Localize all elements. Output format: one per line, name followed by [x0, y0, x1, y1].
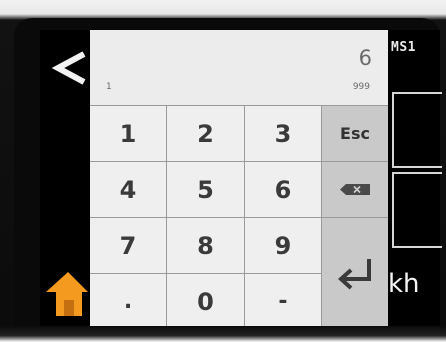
current-value: 6	[358, 46, 372, 70]
key-2[interactable]: 2	[167, 106, 245, 162]
esc-button[interactable]: Esc	[322, 106, 388, 162]
key-4[interactable]: 4	[90, 162, 167, 218]
back-arrow-icon[interactable]	[50, 48, 90, 88]
key-9[interactable]: 9	[245, 218, 322, 274]
side-panel-bottom[interactable]	[392, 172, 442, 248]
key-1[interactable]: 1	[90, 106, 167, 162]
backspace-button[interactable]	[322, 162, 388, 218]
key-5[interactable]: 5	[167, 162, 245, 218]
key-0[interactable]: 0	[167, 274, 245, 330]
min-value: 1	[106, 82, 112, 92]
corner-label: MS1	[391, 40, 416, 55]
enter-button[interactable]	[322, 218, 388, 330]
key-8[interactable]: 8	[167, 218, 245, 274]
numeric-keypad: 6 1 999 1 2 3 Esc 4 5 6 7 8 9 . 0 -	[90, 30, 388, 330]
bottom-edge	[0, 326, 446, 342]
side-panel-top[interactable]	[392, 92, 442, 168]
key-decimal[interactable]: .	[90, 274, 167, 330]
keypad-display: 6 1 999	[90, 30, 388, 106]
key-7[interactable]: 7	[90, 218, 167, 274]
device-photo: MS1 kh 6 1 999 1 2 3 Esc 4 5 6 7 8 9 . 0…	[0, 0, 446, 342]
enter-icon	[338, 258, 371, 289]
key-6[interactable]: 6	[245, 162, 322, 218]
backspace-icon	[340, 184, 370, 195]
max-value: 999	[352, 82, 370, 92]
keypad-grid: 1 2 3 Esc 4 5 6 7 8 9 . 0 -	[90, 106, 388, 330]
side-text: kh	[388, 269, 420, 299]
key-3[interactable]: 3	[245, 106, 322, 162]
home-icon[interactable]	[44, 268, 90, 320]
key-minus[interactable]: -	[245, 274, 322, 330]
